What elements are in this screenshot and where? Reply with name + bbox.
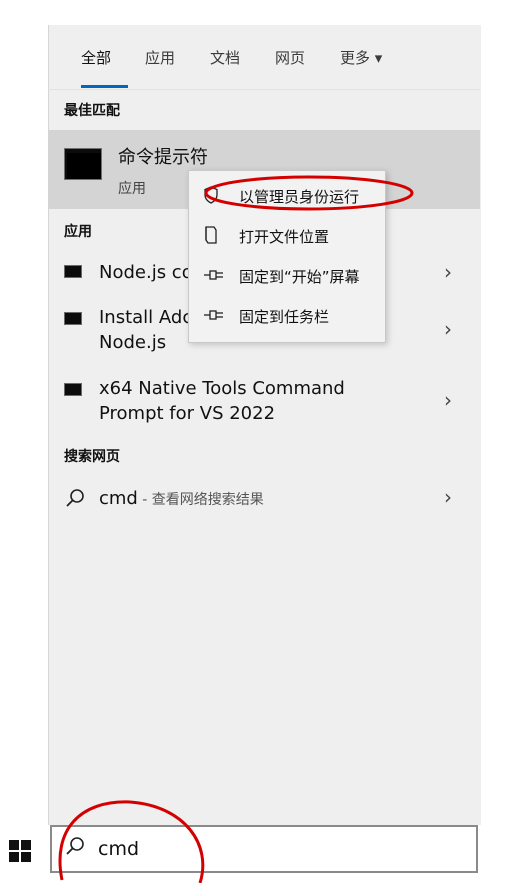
annotation-overlay [58,175,414,883]
annotation-circle-run-as-admin [204,175,414,211]
annotation-circle-search [58,800,205,883]
